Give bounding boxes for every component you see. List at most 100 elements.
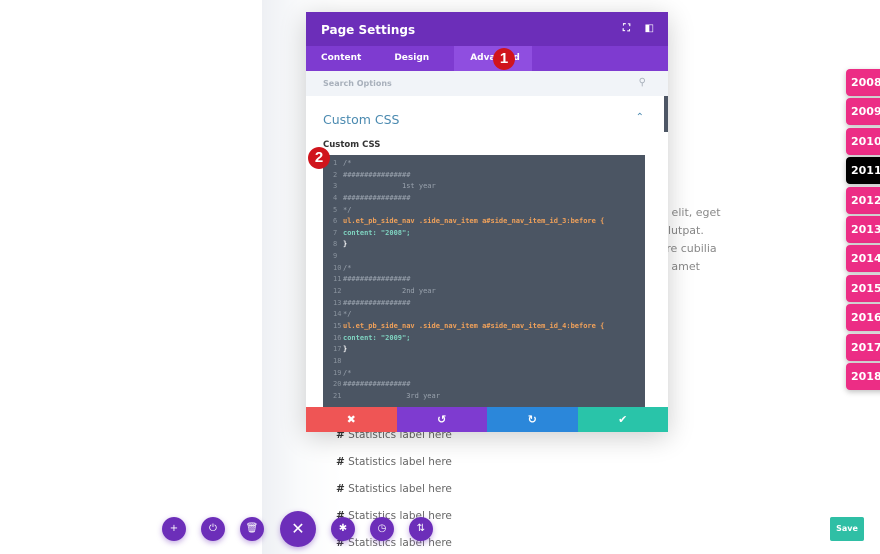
year-nav-2011[interactable]: 2011: [846, 157, 880, 185]
code-line: 12 2nd year: [333, 287, 645, 299]
line-number: 11: [333, 275, 342, 284]
undo-icon: ↺: [437, 413, 447, 426]
year-nav-2009[interactable]: 2009: [846, 98, 880, 126]
trash-button[interactable]: 🗑: [240, 517, 264, 541]
settings-button[interactable]: ✱: [331, 517, 355, 541]
code-text: content: "2008";: [343, 228, 411, 237]
chevron-up-icon[interactable]: ⌃: [636, 112, 644, 123]
line-number: 17: [333, 345, 342, 354]
line-number: 19: [333, 368, 342, 377]
code-line: 9: [333, 252, 645, 264]
expand-icon[interactable]: ⛶: [623, 23, 630, 34]
code-line: 7 content: "2008";: [333, 229, 645, 241]
code-line: 11 ################: [333, 275, 645, 287]
save-button[interactable]: ✔: [577, 407, 668, 432]
code-text: ################: [343, 298, 411, 307]
code-text: ul.et_pb_side_nav .side_nav_item a#side_…: [343, 321, 605, 330]
code-text: */: [343, 205, 352, 214]
undo-button[interactable]: ↺: [396, 407, 487, 432]
css-code-editor[interactable]: 1/* 2 ################ 3 1st year 4 #########…: [323, 155, 645, 407]
save-button[interactable]: Save: [830, 517, 864, 541]
code-text: }: [343, 240, 348, 249]
close-icon: ✕: [291, 519, 305, 538]
page-settings-modal: Page Settings ⛶ ◧ Content Design Advance…: [306, 12, 668, 432]
sidebar-icon[interactable]: ◧: [645, 23, 654, 34]
code-text: /*: [343, 263, 352, 272]
settings-icon: ✱: [338, 523, 348, 534]
code-text: */: [343, 310, 352, 319]
code-text: 3rd year: [343, 391, 440, 400]
line-number: 15: [333, 321, 342, 330]
code-text: /*: [343, 368, 352, 377]
save-icon: ✔: [618, 413, 628, 426]
line-number: 20: [333, 380, 342, 389]
redo-button[interactable]: ↻: [487, 407, 578, 432]
code-line: 16 content: "2009";: [333, 334, 645, 346]
code-text: ################: [343, 170, 411, 179]
code-line: 1 /*: [333, 159, 645, 171]
step-badge-1: 1: [493, 48, 515, 70]
statistics-label-text: Statistics label here: [348, 456, 452, 468]
code-line: 3 1st year: [333, 182, 645, 194]
tab-design[interactable]: Design: [376, 46, 444, 71]
section-title[interactable]: Custom CSS: [323, 112, 399, 127]
code-text: content: "2009";: [343, 333, 411, 342]
code-text: 2nd year: [343, 287, 436, 296]
year-nav-2017[interactable]: 2017: [846, 333, 880, 361]
trash-icon: 🗑: [245, 523, 259, 534]
year-nav-2008[interactable]: 2008: [846, 69, 880, 96]
code-line: 19/*: [333, 369, 645, 381]
year-nav-2015[interactable]: 2015: [846, 274, 880, 302]
line-number: 7: [333, 228, 338, 237]
year-nav-2016[interactable]: 2016: [846, 304, 880, 332]
scrollbar[interactable]: [664, 96, 668, 132]
year-nav-2013[interactable]: 2013: [846, 216, 880, 243]
cancel-button[interactable]: ✖: [306, 407, 397, 432]
code-text: /*: [343, 159, 352, 167]
code-line: 6 ul.et_pb_side_nav .side_nav_item a#side…: [333, 217, 645, 229]
statistics-label: # Statistics label here: [336, 510, 452, 522]
hash-icon: #: [336, 483, 345, 495]
statistics-label: # Statistics label here: [336, 537, 452, 549]
code-text: ul.et_pb_side_nav .side_nav_item a#side_…: [343, 217, 605, 226]
line-number: 18: [333, 356, 342, 365]
statistics-label-text: Statistics label here: [348, 537, 452, 549]
modal-action-bar: ✖ ↺ ↻ ✔: [306, 407, 668, 432]
code-text: ################: [343, 275, 411, 284]
year-nav-2012[interactable]: 2012: [846, 186, 880, 214]
search-placeholder: Search Options: [323, 79, 392, 88]
code-line: 18: [333, 357, 645, 369]
code-line: 5 */: [333, 206, 645, 218]
code-line: 14 */: [333, 310, 645, 322]
add-button[interactable]: +: [162, 517, 186, 541]
tab-content[interactable]: Content: [306, 46, 376, 71]
statistics-label: # Statistics label here: [336, 483, 452, 495]
sort-button[interactable]: ⇅: [409, 517, 433, 541]
year-nav-2010[interactable]: 2010: [846, 127, 880, 155]
code-text: 1st year: [343, 182, 436, 191]
history-button[interactable]: ◷: [370, 517, 394, 541]
search-input[interactable]: Search Options ⚲: [306, 71, 668, 96]
statistics-label-text: Statistics label here: [348, 483, 452, 495]
cancel-icon: ✖: [346, 413, 356, 426]
statistics-label-text: Statistics label here: [348, 510, 452, 522]
modal-header: Page Settings ⛶ ◧: [306, 12, 668, 46]
line-number: 6: [333, 217, 338, 226]
line-number: 12: [333, 287, 342, 296]
line-number: 3: [333, 182, 338, 191]
add-icon: +: [169, 523, 179, 534]
close-button[interactable]: ✕: [280, 511, 316, 547]
year-nav-2018[interactable]: 2018: [846, 363, 880, 390]
step-badge-2: 2: [308, 147, 330, 169]
line-number: 5: [333, 205, 338, 214]
hash-icon: #: [336, 456, 345, 468]
code-line: 10/*: [333, 264, 645, 276]
code-line: 2 ################: [333, 171, 645, 183]
code-text: ################: [343, 380, 411, 389]
code-line: 17}: [333, 345, 645, 357]
code-line: 4 ################: [333, 194, 645, 206]
year-nav-2014[interactable]: 2014: [846, 245, 880, 273]
line-number: 1: [333, 159, 338, 167]
sort-icon: ⇅: [416, 523, 426, 534]
power-button[interactable]: ⏻: [201, 517, 225, 541]
